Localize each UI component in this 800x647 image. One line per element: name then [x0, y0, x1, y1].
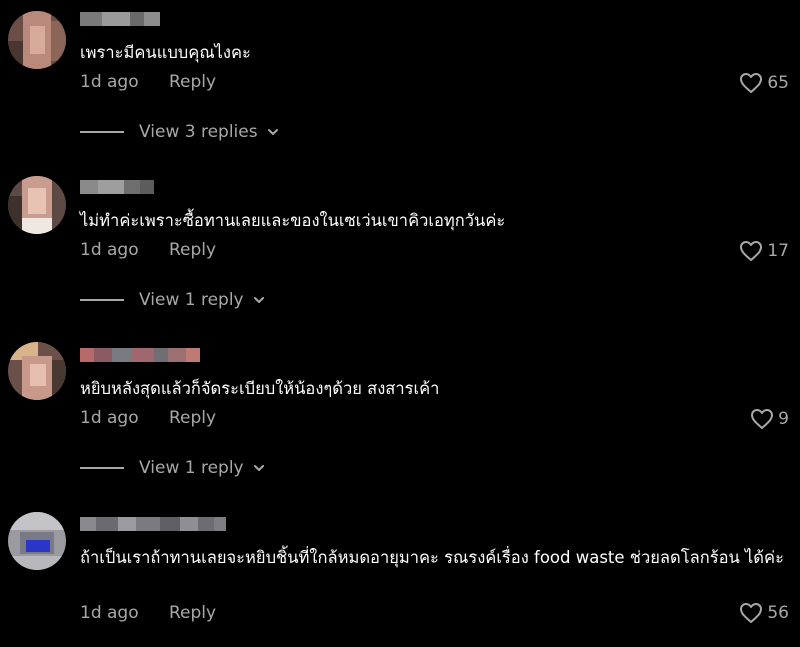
- comment-meta: 1d ago Reply: [80, 603, 216, 623]
- username-blurred[interactable]: [80, 12, 160, 26]
- chevron-down-icon: [267, 129, 278, 135]
- like-count: 56: [767, 603, 789, 623]
- like-count: 65: [767, 73, 789, 93]
- like-button[interactable]: 56: [739, 602, 789, 624]
- like-button[interactable]: 9: [750, 408, 789, 430]
- comment-meta: 1d ago Reply: [80, 408, 216, 428]
- comment-text: ไม่ทำค่ะเพราะซื้อทานเลยและของในเซเว่นเขา…: [80, 211, 506, 230]
- comment-meta: 1d ago Reply: [80, 240, 216, 260]
- reply-button[interactable]: Reply: [169, 72, 216, 92]
- comment-timestamp: 1d ago: [80, 72, 139, 92]
- comment-timestamp: 1d ago: [80, 603, 139, 623]
- like-button[interactable]: 65: [739, 72, 789, 94]
- like-count: 9: [778, 409, 789, 429]
- chevron-down-icon: [253, 297, 264, 303]
- comment-meta: 1d ago Reply: [80, 72, 216, 92]
- heart-outline-icon: [740, 241, 763, 261]
- reply-button[interactable]: Reply: [169, 603, 216, 623]
- replies-divider: [80, 299, 124, 301]
- chevron-down-icon: [253, 465, 264, 471]
- avatar[interactable]: [8, 176, 66, 234]
- avatar[interactable]: [8, 342, 66, 400]
- comment-text: หยิบหลังสุดแล้วก็จัดระเบียบให้น้องๆด้วย …: [80, 379, 440, 398]
- view-replies-label: View 1 reply: [139, 290, 244, 310]
- comment-item: หยิบหลังสุดแล้วก็จัดระเบียบให้น้องๆด้วย …: [0, 336, 800, 496]
- comment-item: เพราะมีคนแบบคุณไงคะ 1d ago Reply 65 View…: [0, 0, 800, 160]
- like-button[interactable]: 17: [739, 240, 789, 262]
- view-replies-button[interactable]: View 1 reply: [80, 458, 265, 478]
- avatar[interactable]: [8, 512, 66, 570]
- replies-divider: [80, 467, 124, 469]
- username-blurred[interactable]: [80, 517, 226, 531]
- comment-text: เพราะมีคนแบบคุณไงคะ: [80, 43, 251, 62]
- view-replies-button[interactable]: View 3 replies: [80, 122, 279, 142]
- reply-button[interactable]: Reply: [169, 408, 216, 428]
- view-replies-label: View 1 reply: [139, 458, 244, 478]
- view-replies-label: View 3 replies: [139, 122, 258, 142]
- comment-item: ไม่ทำค่ะเพราะซื้อทานเลยและของในเซเว่นเขา…: [0, 168, 800, 328]
- comment-text: ถ้าเป็นเราถ้าทานเลยจะหยิบชิ้นที่ใกล้หมดอ…: [80, 548, 784, 567]
- like-count: 17: [767, 241, 789, 261]
- replies-divider: [80, 131, 124, 133]
- comment-item: ถ้าเป็นเราถ้าทานเลยจะหยิบชิ้นที่ใกล้หมดอ…: [0, 505, 800, 647]
- heart-outline-icon: [740, 73, 763, 93]
- comment-timestamp: 1d ago: [80, 240, 139, 260]
- avatar[interactable]: [8, 11, 66, 69]
- heart-outline-icon: [751, 409, 774, 429]
- username-blurred[interactable]: [80, 180, 154, 194]
- heart-outline-icon: [740, 603, 763, 623]
- view-replies-button[interactable]: View 1 reply: [80, 290, 265, 310]
- reply-button[interactable]: Reply: [169, 240, 216, 260]
- username-blurred[interactable]: [80, 348, 200, 362]
- comment-timestamp: 1d ago: [80, 408, 139, 428]
